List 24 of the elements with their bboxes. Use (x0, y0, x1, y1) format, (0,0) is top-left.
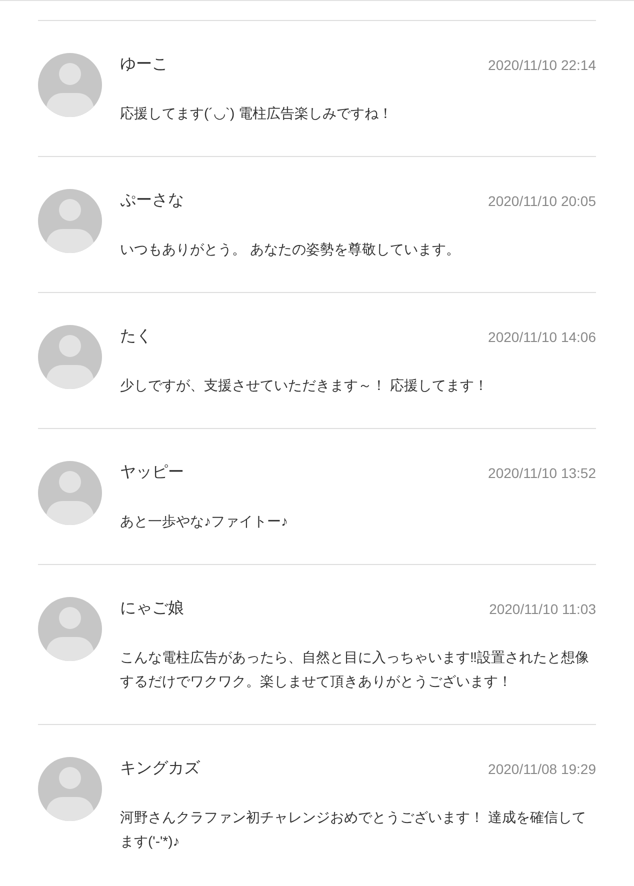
comment-author: ヤッピー (120, 463, 184, 483)
avatar-icon (38, 757, 102, 821)
comment-date: 2020/11/10 14:06 (488, 328, 596, 347)
comment-author: にゃご娘 (120, 599, 184, 619)
avatar-icon (38, 597, 102, 661)
comment-text: 河野さんクラファン初チャレンジおめでとうございます！ 達成を確信してます('-'*)♪ (120, 808, 587, 851)
comment-author: ゆーこ (120, 55, 168, 75)
comment-text: 応援してます(´◡`) 電柱広告楽しみですね！ (120, 104, 394, 123)
comment-date: 2020/11/08 19:29 (488, 760, 596, 779)
comment-date: 2020/11/10 22:14 (488, 56, 596, 75)
comment-author: キングカズ (120, 759, 200, 779)
comment-author: たく (120, 327, 152, 347)
avatar-icon (38, 53, 102, 117)
comment-text: こんな電柱広告があったら、自然と目に入っちゃいます‼設置されたと想像するだけでワクワク。楽しませて頂きありがとうございます！ (120, 648, 590, 691)
avatar-icon (38, 461, 102, 525)
comment-author: ぷーさな (120, 191, 184, 211)
comment-date: 2020/11/10 11:03 (489, 600, 596, 619)
comment-text: 少しですが、支援させていただきます～！ 応援してます！ (120, 376, 489, 395)
comment-text: いつもありがとう。 あなたの姿勢を尊敬しています。 (120, 240, 461, 259)
avatar-icon (38, 325, 102, 389)
comment-text: あと一歩やな♪ファイトー♪ (120, 512, 289, 531)
avatar-icon (38, 189, 102, 253)
comment-date: 2020/11/10 20:05 (488, 192, 596, 211)
comment-date: 2020/11/10 13:52 (488, 464, 596, 483)
